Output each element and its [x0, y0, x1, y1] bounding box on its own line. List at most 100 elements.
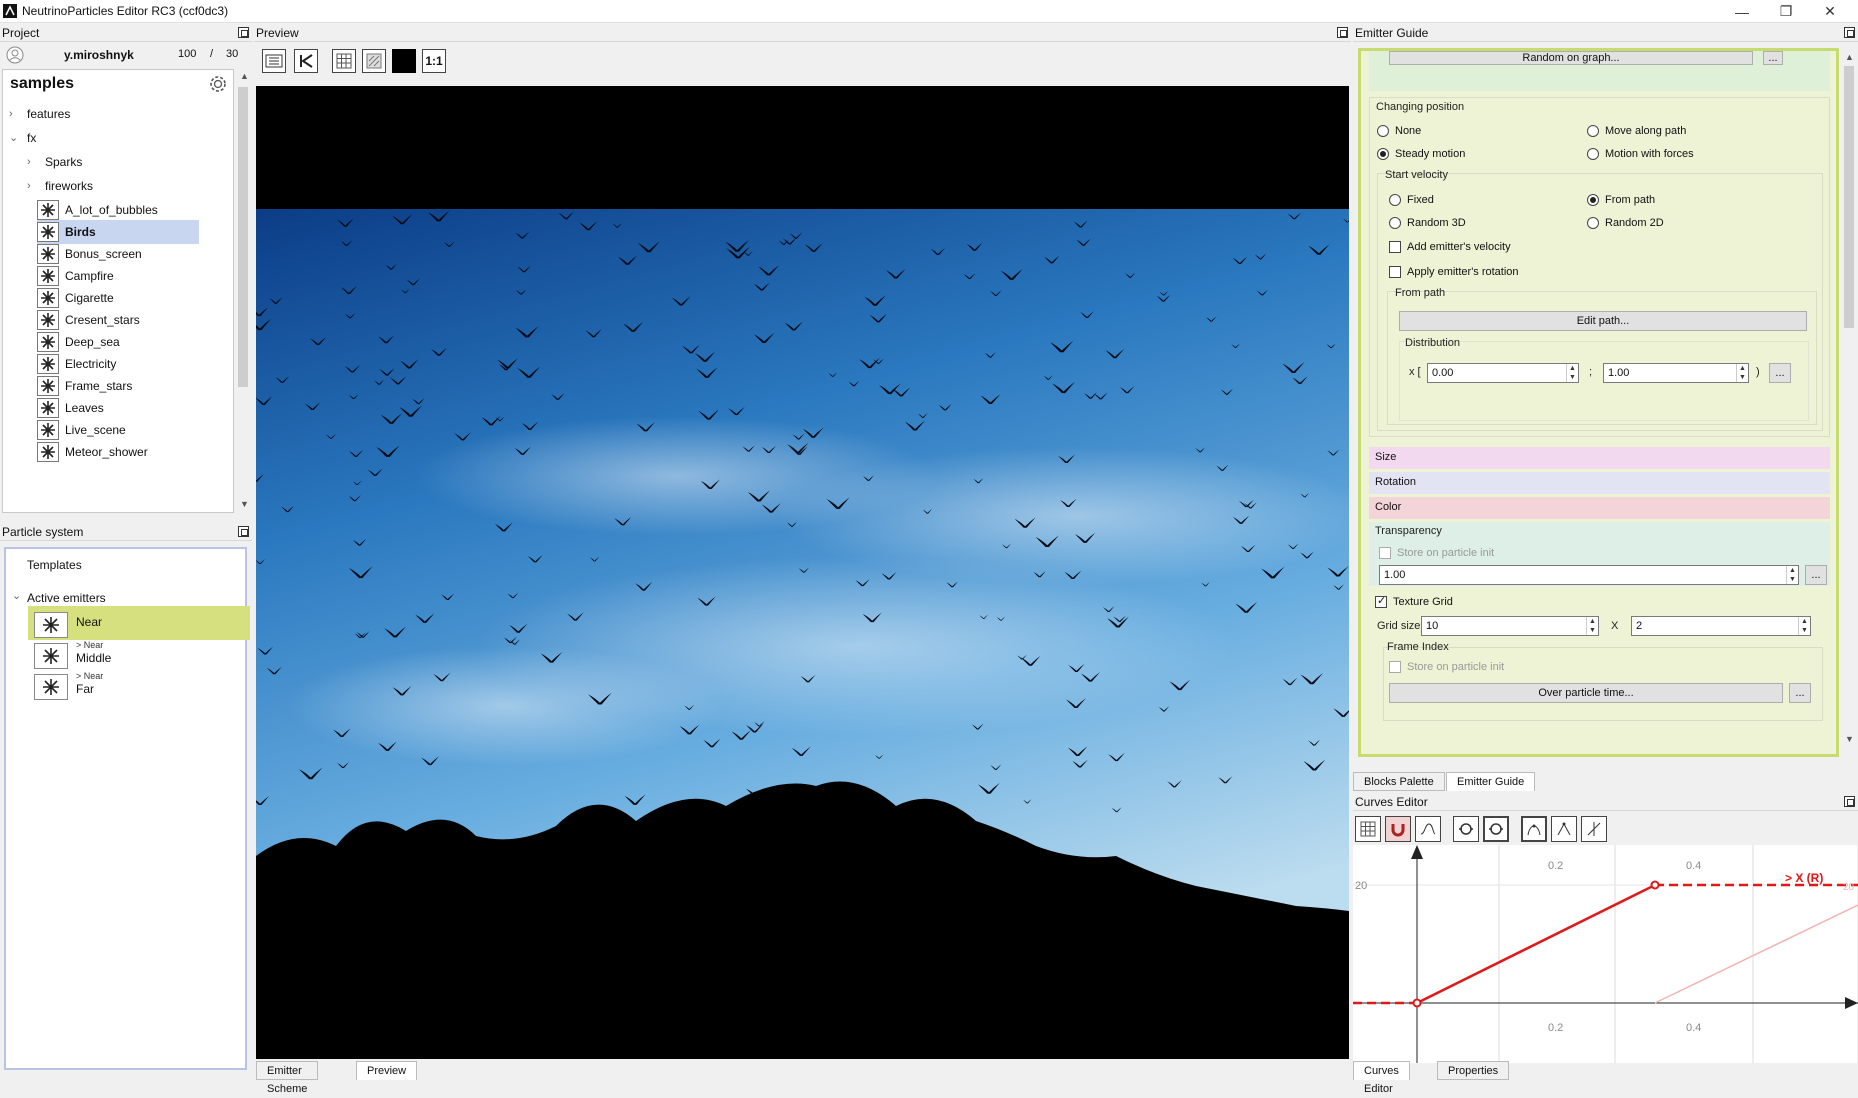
emitter-item[interactable]: Near — [28, 606, 250, 640]
tree-effect-item[interactable]: Deep_sea — [37, 330, 199, 354]
radio-steady-motion[interactable]: Steady motion — [1377, 146, 1465, 162]
texture-grid-checkbox[interactable]: Texture Grid — [1375, 594, 1453, 610]
random-on-graph-more-button[interactable]: ... — [1763, 51, 1783, 65]
tree-effect-item[interactable]: Leaves — [37, 396, 199, 420]
preview-viewport[interactable] — [256, 86, 1349, 1059]
radio-fixed[interactable]: Fixed — [1389, 192, 1434, 208]
chevron-down-icon[interactable]: ⌄ — [9, 126, 19, 150]
spin-arrows-icon[interactable]: ▲ ▼ — [1566, 364, 1578, 382]
spin-arrows-icon[interactable]: ▲ ▼ — [1736, 364, 1748, 382]
scroll-thumb[interactable] — [238, 87, 248, 387]
scroll-up-icon[interactable]: ▲ — [240, 71, 249, 81]
chevron-right-icon[interactable]: › — [9, 102, 19, 126]
radio-random-3d[interactable]: Random 3D — [1389, 215, 1466, 231]
frame-store-init-checkbox[interactable]: Store on particle init — [1389, 659, 1504, 675]
loop-icon[interactable] — [1453, 816, 1479, 842]
loop-active-icon[interactable] — [1483, 816, 1509, 842]
tree-effect-item[interactable]: Campfire — [37, 264, 199, 288]
radio-random-2d[interactable]: Random 2D — [1587, 215, 1664, 231]
list-icon[interactable] — [262, 49, 286, 73]
grid-cols-input[interactable]: 10 ▲ ▼ — [1421, 616, 1599, 636]
tree-effect-item[interactable]: Bonus_screen — [37, 242, 199, 266]
distribution-max-input[interactable]: 1.00 ▲ ▼ — [1603, 363, 1749, 383]
emitter-item[interactable]: > Near Far — [28, 668, 250, 702]
grid-icon[interactable] — [332, 49, 356, 73]
user-bar: y.miroshnyk 100 / 30 — [0, 43, 252, 67]
tree-effect-item[interactable]: Cresent_stars — [37, 308, 199, 332]
active-emitters-item[interactable]: Active emitters — [27, 591, 106, 605]
transparency-more-button[interactable]: ... — [1805, 565, 1827, 585]
emitter-guide-scrollbar[interactable]: ▲ ▼ — [1841, 48, 1857, 748]
texture-icon[interactable] — [362, 49, 386, 73]
tree-effect-item[interactable]: Electricity — [37, 352, 199, 376]
distribution-min-input[interactable]: 0.00 ▲ ▼ — [1427, 363, 1579, 383]
linear-peak-icon[interactable] — [1551, 816, 1577, 842]
frame-index-more-button[interactable]: ... — [1789, 683, 1811, 703]
background-color-swatch[interactable] — [392, 49, 416, 73]
edit-path-button[interactable]: Edit path... — [1399, 311, 1807, 331]
radio-move-along-path[interactable]: Move along path — [1587, 123, 1686, 139]
chevron-right-icon[interactable]: › — [27, 150, 37, 174]
tree-effect-item[interactable]: Frame_stars — [37, 374, 199, 398]
project-scrollbar[interactable]: ▲ ▼ — [236, 69, 250, 513]
tree-effect-item[interactable]: Live_scene — [37, 418, 199, 442]
float-icon[interactable] — [1337, 27, 1348, 38]
spin-arrows-icon[interactable]: ▲ ▼ — [1798, 617, 1810, 635]
grid-icon[interactable] — [1355, 816, 1381, 842]
scroll-down-icon[interactable]: ▼ — [1845, 734, 1854, 744]
tree-effect-item[interactable]: Cigarette — [37, 286, 199, 310]
tab-blocks-palette[interactable]: Blocks Palette — [1353, 772, 1445, 791]
magnet-icon[interactable] — [1385, 816, 1411, 842]
apply-emitter-rotation-checkbox[interactable]: Apply emitter's rotation — [1389, 264, 1519, 280]
tab-emitter-scheme[interactable]: Emitter Scheme — [256, 1061, 319, 1095]
tree-effect-item[interactable]: Meteor_shower — [37, 440, 199, 464]
distribution-more-button[interactable]: ... — [1769, 363, 1791, 383]
tab-properties[interactable]: Properties — [1437, 1061, 1510, 1080]
tab-emitter-guide[interactable]: Emitter Guide — [1446, 772, 1536, 791]
restart-icon[interactable] — [294, 49, 318, 73]
size-section[interactable]: Size — [1369, 447, 1830, 469]
float-icon[interactable] — [1844, 27, 1855, 38]
tab-curves-editor[interactable]: Curves Editor — [1353, 1061, 1410, 1095]
user-avatar-icon[interactable] — [6, 46, 24, 64]
spin-arrows-icon[interactable]: ▲ ▼ — [1586, 617, 1598, 635]
tree-label: Electricity — [65, 357, 117, 371]
float-icon[interactable] — [238, 27, 249, 38]
transparency-value-input[interactable]: 1.00 ▲ ▼ — [1379, 565, 1799, 585]
close-button[interactable]: ✕ — [1808, 0, 1852, 23]
radio-from-path[interactable]: From path — [1587, 192, 1655, 208]
add-emitter-velocity-checkbox[interactable]: Add emitter's velocity — [1389, 239, 1511, 255]
tree-effect-item[interactable]: A_lot_of_bubbles — [37, 198, 199, 222]
rotation-section[interactable]: Rotation — [1369, 472, 1830, 494]
templates-item[interactable]: Templates — [27, 558, 82, 572]
chevron-right-icon[interactable]: › — [27, 174, 37, 198]
float-icon[interactable] — [238, 526, 249, 537]
spin-arrows-icon[interactable]: ▲ ▼ — [1786, 566, 1798, 584]
scroll-down-icon[interactable]: ▼ — [240, 499, 249, 509]
scroll-up-icon[interactable]: ▲ — [1845, 52, 1854, 62]
curve-peak-icon[interactable] — [1521, 816, 1547, 842]
settings-gear-icon[interactable] — [209, 75, 227, 93]
minimize-button[interactable]: — — [1720, 0, 1764, 23]
smooth-curve-icon[interactable] — [1415, 816, 1441, 842]
particle-effect-icon — [37, 332, 59, 352]
curves-graph[interactable]: 0.2 0.4 0.2 0.4 20 20 > X (R) — [1353, 845, 1858, 1063]
chevron-down-icon[interactable]: ⌄ — [12, 589, 21, 602]
radio-none[interactable]: None — [1377, 123, 1421, 139]
user-count-b: 30 — [226, 48, 239, 60]
float-icon[interactable] — [1844, 796, 1855, 807]
window-title: NeutrinoParticles Editor RC3 (ccf0dc3) — [22, 4, 229, 18]
emitter-item[interactable]: > Near Middle — [28, 637, 250, 671]
transparency-store-init-checkbox[interactable]: Store on particle init — [1379, 545, 1494, 561]
scroll-thumb[interactable] — [1844, 66, 1854, 328]
random-on-graph-button[interactable]: Random on graph... — [1389, 51, 1753, 65]
radio-motion-with-forces[interactable]: Motion with forces — [1587, 146, 1694, 162]
step-icon[interactable] — [1581, 816, 1607, 842]
maximize-button[interactable]: ❐ — [1764, 0, 1808, 23]
color-section[interactable]: Color — [1369, 497, 1830, 519]
zoom-actual-size-button[interactable]: 1:1 — [422, 49, 446, 73]
tab-preview[interactable]: Preview — [356, 1061, 418, 1080]
over-particle-time-button[interactable]: Over particle time... — [1389, 683, 1783, 703]
tree-effect-item[interactable]: Birds — [37, 220, 199, 244]
grid-rows-input[interactable]: 2 ▲ ▼ — [1631, 616, 1811, 636]
